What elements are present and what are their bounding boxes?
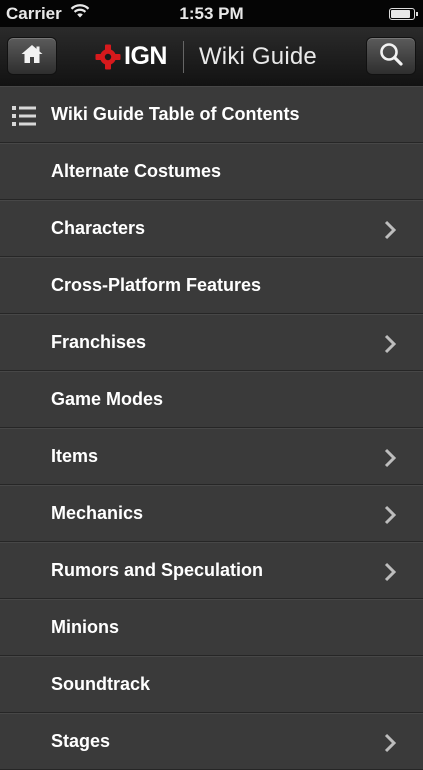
list-item-label: Alternate Costumes	[51, 161, 222, 181]
wifi-icon	[70, 3, 90, 24]
list-item-label: Game Modes	[51, 389, 164, 409]
toc-header[interactable]: Wiki Guide Table of Contents	[0, 86, 423, 143]
list-item-label: Characters	[51, 218, 146, 238]
list-item-label: Cross-Platform Features	[51, 275, 262, 295]
list-item-characters[interactable]: Characters	[0, 200, 423, 257]
list-item-minions[interactable]: Minions	[0, 599, 423, 656]
nav-title: Wiki Guide	[198, 42, 317, 70]
carrier-label: Carrier	[6, 3, 62, 23]
list-item-items[interactable]: Items	[0, 428, 423, 485]
chevron-right-icon	[383, 505, 397, 530]
search-button[interactable]	[366, 37, 416, 75]
ign-logo-text: IGN	[124, 42, 167, 70]
list-icon	[12, 106, 38, 131]
chevron-right-icon	[383, 334, 397, 359]
home-button[interactable]	[7, 37, 57, 75]
list-item-cross-platform-features[interactable]: Cross-Platform Features	[0, 257, 423, 314]
status-bar: Carrier 1:53 PM	[0, 0, 423, 27]
list-item-soundtrack[interactable]: Soundtrack	[0, 656, 423, 713]
list-item-label: Minions	[51, 617, 119, 637]
search-icon	[378, 41, 404, 72]
nav-bar: IGN Wiki Guide	[0, 27, 423, 87]
chevron-right-icon	[383, 220, 397, 245]
chevron-right-icon	[383, 562, 397, 587]
list-item-franchises[interactable]: Franchises	[0, 314, 423, 371]
battery-icon	[389, 7, 418, 20]
chevron-right-icon	[383, 733, 397, 758]
home-icon	[20, 43, 44, 70]
list-item-label: Soundtrack	[51, 674, 151, 694]
list-item-stages[interactable]: Stages	[0, 713, 423, 770]
list-item-label: Mechanics	[51, 503, 144, 523]
list-item-alternate-costumes[interactable]: Alternate Costumes	[0, 143, 423, 200]
list-item-game-modes[interactable]: Game Modes	[0, 371, 423, 428]
list-item-label: Stages	[51, 731, 111, 751]
list-item-label: Items	[51, 446, 99, 466]
list-item-label: Franchises	[51, 332, 147, 352]
list-item-rumors-and-speculation[interactable]: Rumors and Speculation	[0, 542, 423, 599]
ign-logo-icon	[95, 44, 121, 69]
ign-logo: IGN	[95, 42, 167, 71]
nav-brand: IGN Wiki Guide	[95, 27, 317, 86]
list-item-mechanics[interactable]: Mechanics	[0, 485, 423, 542]
nav-divider	[182, 40, 184, 73]
toc-list: Wiki Guide Table of Contents Alternate C…	[0, 86, 423, 770]
toc-header-label: Wiki Guide Table of Contents	[51, 104, 300, 124]
list-item-label: Rumors and Speculation	[51, 560, 264, 580]
chevron-right-icon	[383, 448, 397, 473]
